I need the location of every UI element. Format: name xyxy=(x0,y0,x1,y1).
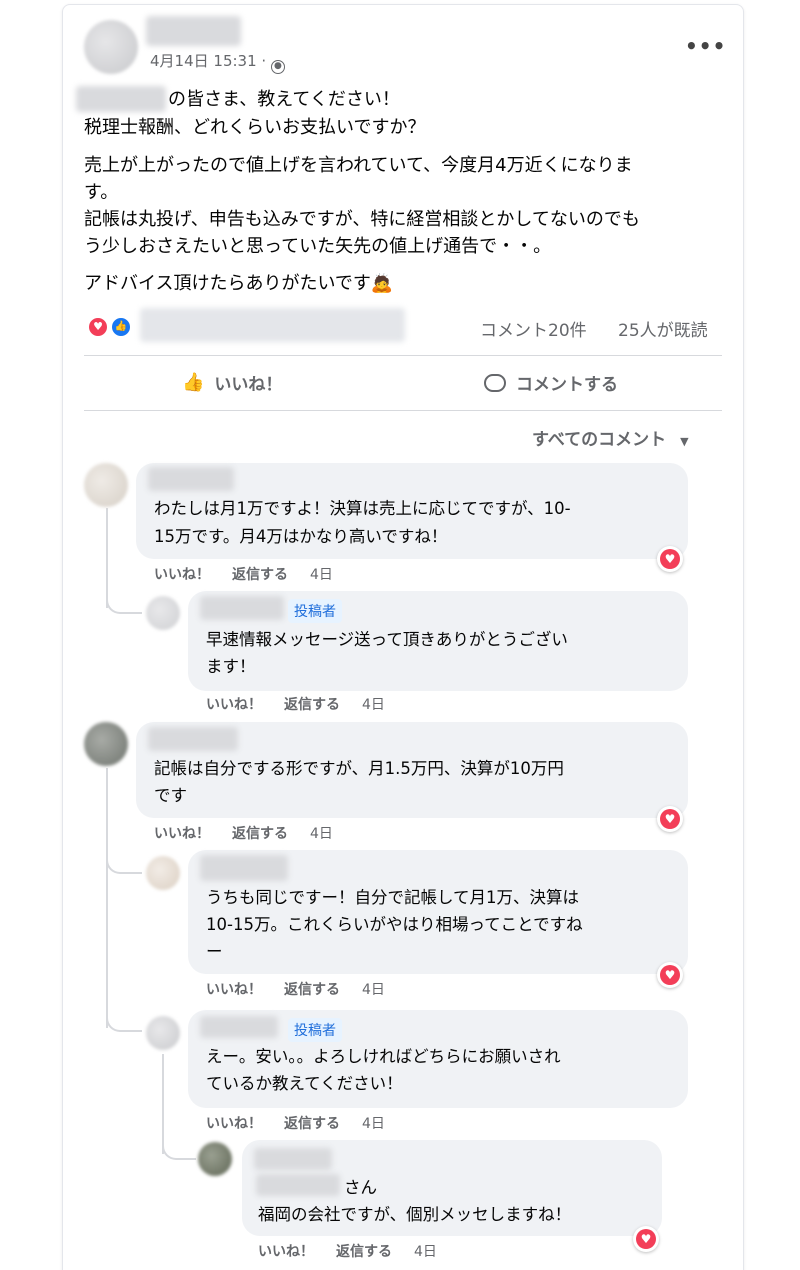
comment-text: わたしは月1万ですよ！決算は売上に応じてですが、10- xyxy=(154,499,571,518)
reactor-names-redacted[interactable] xyxy=(140,308,405,342)
commenter-avatar[interactable] xyxy=(84,722,128,766)
comment-text: 15万です。月4万はかなり高いですね！ xyxy=(154,527,448,546)
reply-link[interactable]: 返信する xyxy=(232,823,288,843)
heart-icon[interactable]: ♥ xyxy=(657,962,683,988)
poster-avatar[interactable] xyxy=(84,20,138,74)
reply-link[interactable]: 返信する xyxy=(284,1113,340,1133)
reply-connector xyxy=(106,850,142,874)
speech-bubble-icon xyxy=(484,373,506,392)
commenter-name-redacted[interactable] xyxy=(148,727,238,751)
comment-actions: いいね！ 返信する 4日 xyxy=(154,564,333,584)
like-button[interactable]: 👍 いいね！ xyxy=(182,370,282,395)
commenter-name-redacted[interactable] xyxy=(200,596,284,620)
like-link[interactable]: いいね！ xyxy=(206,979,262,999)
like-link[interactable]: いいね！ xyxy=(206,1113,262,1133)
reply-link[interactable]: 返信する xyxy=(284,694,340,714)
like-link[interactable]: いいね！ xyxy=(154,564,210,584)
reply-connector xyxy=(106,590,142,614)
post-timestamp[interactable]: 4月14日 15:31 · ● xyxy=(150,50,285,74)
comment-text: 記帳は自分でする形ですが、月1.5万円、決算が10万円 xyxy=(154,759,564,778)
thumb-icon[interactable]: 👍 xyxy=(110,316,132,338)
poster-name-redacted[interactable] xyxy=(146,16,241,46)
post-line-6: アドバイス頂けたらありがたいです🙇 xyxy=(84,273,394,294)
heart-icon[interactable]: ♥ xyxy=(657,546,683,572)
commenter-name-redacted[interactable] xyxy=(200,1016,278,1038)
comment-date[interactable]: 4日 xyxy=(310,564,333,584)
comment-date[interactable]: 4日 xyxy=(362,1113,385,1133)
like-link[interactable]: いいね！ xyxy=(154,823,210,843)
author-badge: 投稿者 xyxy=(288,1018,342,1042)
bowing-emoji: 🙇 xyxy=(370,273,394,294)
comment-text: 早速情報メッセージ送って頂きありがとうござい xyxy=(206,630,568,649)
group-icon: ● xyxy=(270,60,285,74)
thread-line xyxy=(106,768,108,1028)
caret-down-icon: ▼ xyxy=(680,435,689,448)
comment-date[interactable]: 4日 xyxy=(362,979,385,999)
comment-text: 10-15万。これくらいがやはり相場ってことですね xyxy=(206,915,583,934)
reply-connector xyxy=(162,1138,196,1160)
seen-count[interactable]: 25人が既読 xyxy=(618,316,708,341)
more-dots-icon[interactable]: ••• xyxy=(685,34,726,58)
comment-text: 福岡の会社ですが、個別メッセしますね！ xyxy=(258,1205,572,1224)
reply-link[interactable]: 返信する xyxy=(232,564,288,584)
commenter-name-redacted[interactable] xyxy=(200,855,288,881)
commenter-avatar[interactable] xyxy=(146,1016,180,1050)
mention-name-redacted[interactable] xyxy=(256,1174,340,1196)
post-line-3: す。 xyxy=(84,182,119,203)
heart-icon[interactable]: ♥ xyxy=(657,806,683,832)
divider xyxy=(84,355,722,356)
comment-date[interactable]: 4日 xyxy=(362,694,385,714)
mention-suffix: さん xyxy=(344,1178,377,1197)
reply-link[interactable]: 返信する xyxy=(284,979,340,999)
comment-actions: いいね！ 返信する 4日 xyxy=(206,979,385,999)
reply-link[interactable]: 返信する xyxy=(336,1241,392,1261)
comment-button[interactable]: コメントする xyxy=(484,370,618,395)
like-link[interactable]: いいね！ xyxy=(206,694,262,714)
group-name-redacted xyxy=(76,86,166,112)
post-line-2: 売上が上がったので値上げを言われていて、今度月4万近くになりま xyxy=(84,155,633,176)
post-line-5: う少しおさえたいと思っていた矢先の値上げ通告で・・。 xyxy=(84,236,552,257)
comment-actions: いいね！ 返信する 4日 xyxy=(154,823,333,843)
comment-date[interactable]: 4日 xyxy=(414,1241,437,1261)
comment-actions: いいね！ 返信する 4日 xyxy=(258,1241,437,1261)
comment-text: ます！ xyxy=(206,657,256,676)
divider xyxy=(84,410,722,411)
thumbs-up-icon: 👍 xyxy=(182,372,205,393)
heart-icon[interactable]: ♥ xyxy=(633,1226,659,1252)
commenter-name-redacted[interactable] xyxy=(148,467,234,491)
comment-text: ているか教えてください！ xyxy=(206,1074,403,1093)
commenter-avatar[interactable] xyxy=(146,856,180,890)
post-line-4: 記帳は丸投げ、申告も込みですが、特に経営相談とかしてないのでも xyxy=(84,209,640,230)
like-link[interactable]: いいね！ xyxy=(258,1241,314,1261)
comment-text: です xyxy=(154,786,187,805)
comment-actions: いいね！ 返信する 4日 xyxy=(206,694,385,714)
comment-date[interactable]: 4日 xyxy=(310,823,333,843)
comment-text: うちも同じですー！自分で記帳して月1万、決算は xyxy=(206,888,580,907)
comment-actions: いいね！ 返信する 4日 xyxy=(206,1113,385,1133)
commenter-avatar[interactable] xyxy=(84,463,128,507)
author-badge: 投稿者 xyxy=(288,599,342,623)
commenter-avatar[interactable] xyxy=(198,1142,232,1176)
comment-filter[interactable]: すべてのコメント ▼ xyxy=(532,425,689,450)
reply-connector xyxy=(106,1008,142,1032)
post-line-1: 税理士報酬、どれくらいお支払いですか？ xyxy=(84,117,426,138)
commenter-name-redacted[interactable] xyxy=(254,1148,332,1170)
commenter-avatar[interactable] xyxy=(146,596,180,630)
comment-count[interactable]: コメント20件 xyxy=(480,316,587,341)
comment-text: えー。安い。。よろしければどちらにお願いされ xyxy=(206,1047,561,1066)
heart-icon[interactable]: ♥ xyxy=(87,316,109,338)
comment-text: ー xyxy=(206,942,223,961)
post-line-0: の皆さま、教えてください！ xyxy=(168,89,400,110)
